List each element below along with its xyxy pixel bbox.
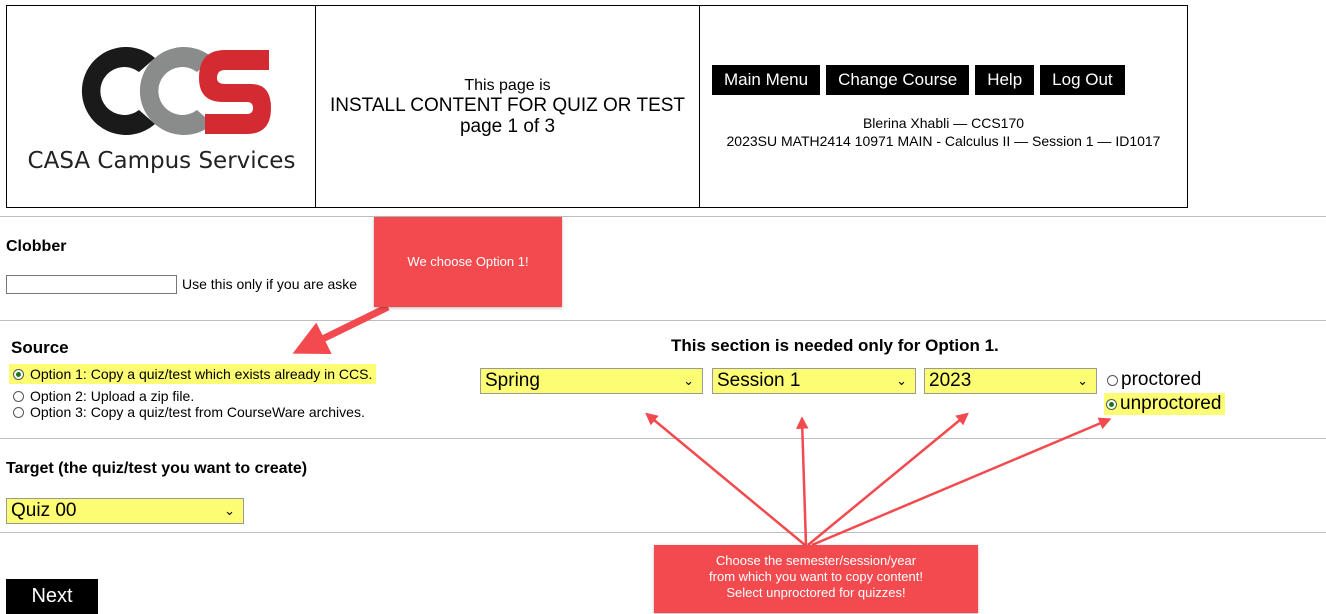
annotation-arrows: [292, 303, 1112, 547]
callout-line: Choose the semester/session/year: [715, 553, 917, 568]
callout-semester: Choose the semester/session/year from wh…: [654, 545, 978, 613]
arrow-to-unproctored: [811, 417, 1112, 547]
arrow-to-option1: [292, 303, 390, 354]
arrow-to-year: [807, 412, 969, 546]
callout-line: Select unproctored for quizzes!: [726, 585, 906, 600]
arrow-to-session: [796, 416, 809, 546]
arrow-to-semester: [645, 412, 806, 546]
callout-option1: We choose Option 1!: [374, 217, 562, 307]
callout-line: from which you want to copy content!: [709, 569, 923, 584]
